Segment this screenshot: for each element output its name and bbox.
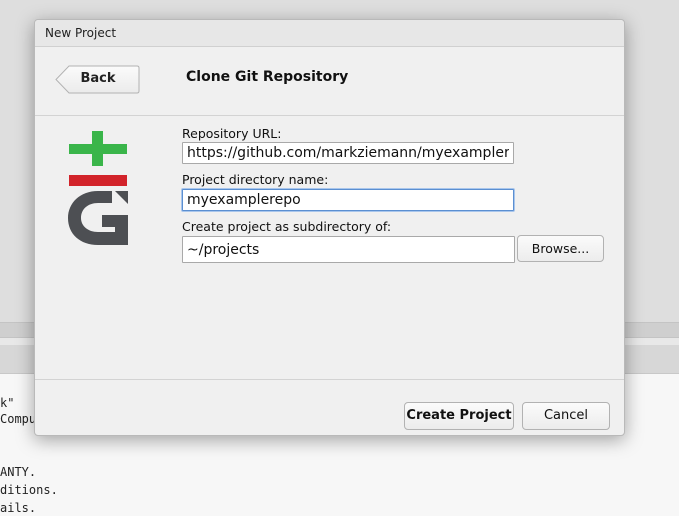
git-logo-icon: [68, 131, 128, 245]
console-line: Compu: [0, 412, 37, 426]
create-project-button[interactable]: Create Project: [404, 402, 514, 430]
dialog-titlebar[interactable]: New Project: [35, 20, 624, 47]
cancel-button[interactable]: Cancel: [522, 402, 610, 430]
console-line: ANTY.: [0, 465, 37, 479]
back-button-label: Back: [80, 71, 116, 86]
project-directory-label: Project directory name:: [182, 172, 329, 187]
new-project-dialog: New Project Back Clone Git Repository Re…: [34, 19, 625, 436]
dialog-title: New Project: [45, 26, 117, 40]
browse-button[interactable]: Browse...: [517, 235, 604, 262]
back-button[interactable]: Back: [55, 65, 140, 94]
subdirectory-input[interactable]: [182, 236, 515, 263]
divider: [35, 379, 624, 380]
console-line: ails.: [0, 501, 37, 515]
repository-url-label: Repository URL:: [182, 126, 282, 141]
subdirectory-label: Create project as subdirectory of:: [182, 219, 392, 234]
console-line: k": [0, 396, 15, 410]
project-directory-input[interactable]: [182, 189, 514, 211]
console-line: ditions.: [0, 483, 58, 497]
divider: [35, 115, 624, 116]
repository-url-input[interactable]: [182, 142, 514, 164]
page-title: Clone Git Repository: [186, 69, 349, 85]
